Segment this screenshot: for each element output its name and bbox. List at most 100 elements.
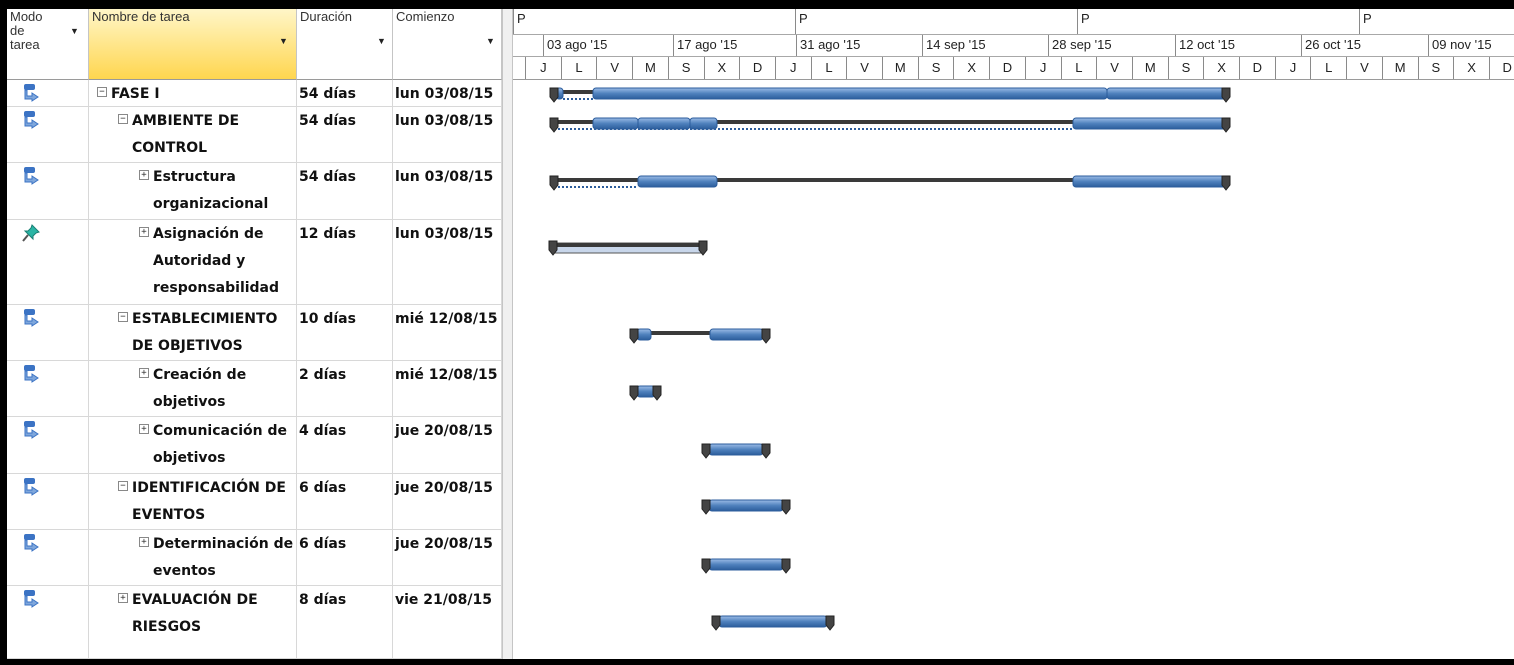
task-segment[interactable]	[636, 328, 652, 341]
task-name-cell[interactable]: − IDENTIFICACIÓN DE EVENTOS	[89, 474, 297, 529]
task-start[interactable]: mié 12/08/15	[393, 361, 502, 416]
table-row[interactable]: + Estructura organizacional 54 días lun 03/…	[7, 163, 502, 220]
task-segment[interactable]	[592, 117, 639, 130]
task-start[interactable]: jue 20/08/15	[393, 474, 502, 529]
chevron-down-icon[interactable]: ▼	[279, 36, 288, 46]
task-name-cell[interactable]: − FASE I	[89, 80, 297, 106]
gantt-bar-estructura-organizacional[interactable]	[549, 175, 1231, 191]
table-row[interactable]: + Comunicación de objetivos 4 días jue 20/0…	[7, 417, 502, 474]
task-start[interactable]: vie 21/08/15	[393, 586, 502, 658]
gantt-bar-comunicacion-de-objetivos[interactable]	[701, 443, 771, 459]
gantt-bar-establecimiento-de-objetivos[interactable]	[629, 328, 771, 344]
gantt-bar-creacion-de-objetivos[interactable]	[629, 385, 662, 401]
gantt-chart: PPPP 03 ago '15 17 ago '15 31 ago '15 14 se…	[513, 9, 1514, 659]
task-start[interactable]: lun 03/08/15	[393, 80, 502, 106]
collapse-icon[interactable]: −	[118, 114, 128, 124]
timescale-day: S	[1417, 57, 1454, 79]
task-name-cell[interactable]: + EVALUACIÓN DE RIESGOS	[89, 586, 297, 658]
gantt-bar-determinacion-de-eventos[interactable]	[701, 558, 791, 574]
table-row[interactable]: − IDENTIFICACIÓN DE EVENTOS 6 días jue 20/0…	[7, 474, 502, 530]
table-row[interactable]: + EVALUACIÓN DE RIESGOS 8 días vie 21/08/15	[7, 586, 502, 659]
table-row[interactable]: − FASE I 54 días lun 03/08/15	[7, 80, 502, 107]
view-splitter[interactable]	[502, 9, 513, 659]
chevron-down-icon[interactable]: ▼	[486, 36, 495, 46]
timescale-week: 03 ago '15	[543, 35, 673, 56]
task-segment[interactable]	[718, 615, 828, 628]
summary-end-cap	[781, 558, 791, 574]
task-mode-cell[interactable]	[7, 361, 89, 416]
collapse-icon[interactable]: −	[97, 87, 107, 97]
task-segment[interactable]	[708, 558, 784, 571]
expand-icon[interactable]: +	[139, 537, 149, 547]
task-name-cell[interactable]: + Estructura organizacional	[89, 163, 297, 219]
task-segment[interactable]	[637, 175, 718, 188]
task-segment[interactable]	[689, 117, 718, 130]
summary-start-cap	[711, 615, 721, 631]
gantt-bar-fase-i[interactable]	[549, 87, 1231, 103]
expand-icon[interactable]: +	[139, 424, 149, 434]
task-name-cell[interactable]: + Asignación de Autoridad y responsabilid…	[89, 220, 297, 304]
task-start[interactable]: mié 12/08/15	[393, 305, 502, 360]
task-name-cell[interactable]: + Determinación de eventos	[89, 530, 297, 585]
task-mode-cell[interactable]	[7, 107, 89, 162]
task-name-cell[interactable]: − ESTABLECIMIENTO DE OBJETIVOS	[89, 305, 297, 360]
task-duration[interactable]: 8 días	[297, 586, 393, 658]
task-mode-cell[interactable]	[7, 474, 89, 529]
task-start[interactable]: lun 03/08/15	[393, 220, 502, 304]
collapse-icon[interactable]: −	[118, 312, 128, 322]
summary-start-cap	[629, 385, 639, 401]
task-name-cell[interactable]: − AMBIENTE DE CONTROL	[89, 107, 297, 162]
task-segment[interactable]	[636, 385, 656, 398]
task-duration[interactable]: 54 días	[297, 80, 393, 106]
task-segment[interactable]	[709, 328, 764, 341]
table-row[interactable]: + Asignación de Autoridad y responsabilid…	[7, 220, 502, 305]
task-mode-cell[interactable]	[7, 80, 89, 106]
task-duration[interactable]: 6 días	[297, 530, 393, 585]
task-duration[interactable]: 10 días	[297, 305, 393, 360]
task-duration[interactable]: 54 días	[297, 107, 393, 162]
task-segment[interactable]	[1106, 87, 1227, 100]
expand-icon[interactable]: +	[118, 593, 128, 603]
gantt-bar-evaluacion-de-riesgos[interactable]	[711, 615, 835, 631]
task-mode-cell[interactable]	[7, 530, 89, 585]
gantt-bar-ambiente-de-control[interactable]	[549, 117, 1231, 133]
task-start[interactable]: lun 03/08/15	[393, 107, 502, 162]
task-name-cell[interactable]: + Comunicación de objetivos	[89, 417, 297, 473]
task-mode-cell[interactable]	[7, 163, 89, 219]
table-row[interactable]: − ESTABLECIMIENTO DE OBJETIVOS 10 días mié …	[7, 305, 502, 361]
column-header-comienzo[interactable]: Comienzo ▼	[393, 9, 502, 80]
column-header-duracion[interactable]: Duración ▼	[297, 9, 393, 80]
table-row[interactable]: + Determinación de eventos 6 días jue 20/08…	[7, 530, 502, 586]
task-mode-cell[interactable]	[7, 220, 89, 304]
expand-icon[interactable]: +	[139, 170, 149, 180]
task-mode-cell[interactable]	[7, 586, 89, 658]
task-duration[interactable]: 4 días	[297, 417, 393, 473]
expand-icon[interactable]: +	[139, 368, 149, 378]
task-segment[interactable]	[1072, 117, 1227, 130]
collapse-icon[interactable]: −	[118, 481, 128, 491]
expand-icon[interactable]: +	[139, 227, 149, 237]
task-duration[interactable]: 2 días	[297, 361, 393, 416]
task-mode-cell[interactable]	[7, 417, 89, 473]
column-header-modo[interactable]: Modo de tarea ▼	[7, 9, 89, 80]
gantt-bar-asignacion[interactable]	[548, 240, 708, 256]
task-segment[interactable]	[708, 499, 784, 512]
task-segment[interactable]	[1072, 175, 1227, 188]
task-name-cell[interactable]: + Creación de objetivos	[89, 361, 297, 416]
task-segment[interactable]	[708, 443, 764, 456]
task-start[interactable]: lun 03/08/15	[393, 163, 502, 219]
task-segment[interactable]	[637, 117, 691, 130]
gantt-bar-identificacion-de-eventos[interactable]	[701, 499, 791, 515]
task-start[interactable]: jue 20/08/15	[393, 417, 502, 473]
task-duration[interactable]: 12 días	[297, 220, 393, 304]
task-duration[interactable]: 54 días	[297, 163, 393, 219]
chevron-down-icon[interactable]: ▼	[70, 26, 79, 36]
task-duration[interactable]: 6 días	[297, 474, 393, 529]
table-row[interactable]: + Creación de objetivos 2 días mié 12/08/15	[7, 361, 502, 417]
task-mode-cell[interactable]	[7, 305, 89, 360]
column-header-nombre[interactable]: Nombre de tarea ▼	[89, 9, 297, 80]
task-start[interactable]: jue 20/08/15	[393, 530, 502, 585]
chevron-down-icon[interactable]: ▼	[377, 36, 386, 46]
task-segment[interactable]	[592, 87, 1108, 100]
table-row[interactable]: − AMBIENTE DE CONTROL 54 días lun 03/08/15	[7, 107, 502, 163]
